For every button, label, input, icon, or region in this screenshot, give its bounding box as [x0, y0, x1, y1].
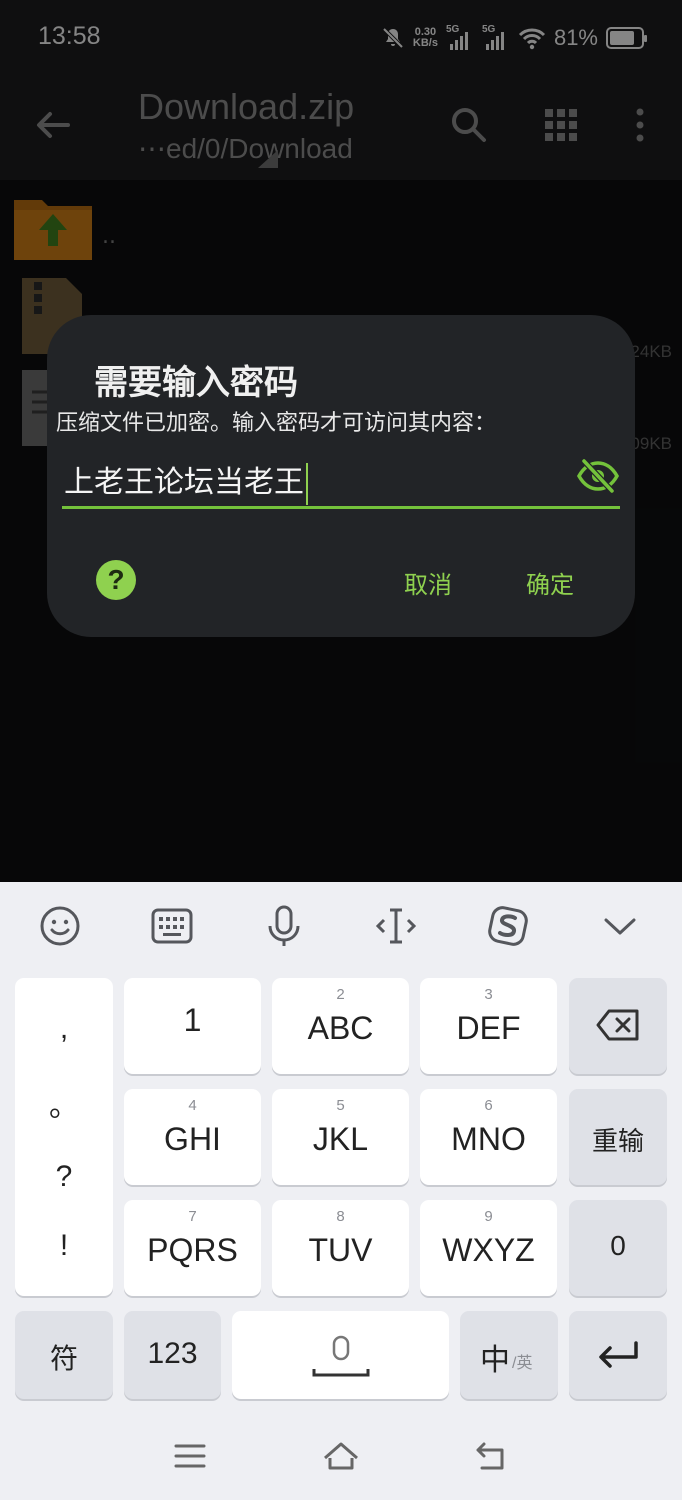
enter-key[interactable] — [569, 1311, 667, 1399]
punct-comma-key[interactable]: , — [60, 1012, 68, 1046]
key-label: 123 — [147, 1337, 198, 1370]
key-jkl[interactable]: 5 JKL — [272, 1089, 409, 1185]
key-number: 2 — [336, 986, 345, 1003]
numbers-key[interactable]: 123 — [124, 1311, 221, 1399]
soft-keyboard: , 。 ? ! 1 2 ABC 3 DEF 4 GHI 5 JKL 6 MNO … — [0, 882, 682, 1500]
dialog-message: 压缩文件已加密。输入密码才可访问其内容： — [56, 411, 497, 436]
toggle-visibility-icon[interactable] — [576, 457, 620, 495]
punct-period-key[interactable]: 。 — [49, 1081, 79, 1125]
key-label: ABC — [307, 1010, 374, 1046]
key-label: GHI — [164, 1121, 221, 1157]
menu-icon[interactable] — [170, 1436, 210, 1476]
key-label: MNO — [451, 1121, 526, 1157]
back-icon[interactable] — [472, 1436, 512, 1476]
key-1[interactable]: 1 — [124, 978, 261, 1074]
key-label: DEF — [456, 1010, 521, 1046]
backspace-icon — [596, 1009, 639, 1041]
punct-exclaim-key[interactable]: ! — [60, 1229, 68, 1263]
symbols-key[interactable]: 符 — [15, 1311, 113, 1399]
key-number: 4 — [188, 1097, 197, 1114]
microphone-icon[interactable] — [262, 904, 306, 948]
language-switch-key[interactable]: 中 /英 — [460, 1311, 558, 1399]
key-number: 7 — [188, 1208, 197, 1225]
key-label: WXYZ — [442, 1232, 535, 1268]
password-dialog: 需要输入密码 压缩文件已加密。输入密码才可访问其内容： 上老王论坛当老王 ? 取… — [47, 315, 635, 637]
key-abc[interactable]: 2 ABC — [272, 978, 409, 1074]
enter-icon — [599, 1341, 638, 1368]
key-mno[interactable]: 6 MNO — [420, 1089, 557, 1185]
sogou-logo-icon[interactable] — [486, 904, 530, 948]
system-nav-bar — [0, 1412, 682, 1500]
cancel-button[interactable]: 取消 — [404, 565, 452, 600]
punct-question-key[interactable]: ? — [56, 1160, 73, 1194]
emoji-icon[interactable] — [38, 904, 82, 948]
key-wxyz[interactable]: 9 WXYZ — [420, 1200, 557, 1296]
key-label: JKL — [312, 1121, 369, 1157]
lang-alt-label: /英 — [512, 1355, 533, 1372]
key-label: 重输 — [591, 1126, 644, 1156]
key-pqrs[interactable]: 7 PQRS — [124, 1200, 261, 1296]
keyboard-toolbar — [0, 882, 682, 972]
key-tuv[interactable]: 8 TUV — [272, 1200, 409, 1296]
key-label: 1 — [183, 1002, 202, 1038]
password-input-text: 上老王论坛当老王 — [64, 457, 308, 505]
home-icon[interactable] — [321, 1436, 361, 1476]
space-key[interactable] — [232, 1311, 449, 1399]
reenter-key[interactable]: 重输 — [569, 1089, 667, 1185]
key-label: 0 — [610, 1230, 626, 1261]
key-number: 9 — [484, 1208, 493, 1225]
keyboard-layout-icon[interactable] — [150, 904, 194, 948]
key-number: 8 — [336, 1208, 345, 1225]
password-input[interactable]: 上老王论坛当老王 — [62, 445, 620, 509]
key-label: TUV — [308, 1232, 373, 1268]
collapse-keyboard-icon[interactable] — [598, 904, 642, 948]
key-label: PQRS — [147, 1232, 238, 1268]
dialog-title: 需要输入密码 — [94, 363, 298, 403]
key-number: 6 — [484, 1097, 493, 1114]
punctuation-column[interactable]: , 。 ? ! — [15, 978, 113, 1296]
key-number: 5 — [336, 1097, 345, 1114]
ok-button[interactable]: 确定 — [526, 565, 574, 600]
help-button[interactable]: ? — [96, 560, 136, 600]
text-caret — [306, 462, 308, 505]
key-0[interactable]: 0 — [569, 1200, 667, 1296]
lang-main-label: 中 — [480, 1344, 510, 1377]
space-mic-icon — [312, 1335, 370, 1377]
key-def[interactable]: 3 DEF — [420, 978, 557, 1074]
key-label: 符 — [49, 1343, 78, 1374]
password-value: 上老王论坛当老王 — [64, 465, 304, 500]
key-ghi[interactable]: 4 GHI — [124, 1089, 261, 1185]
backspace-key[interactable] — [569, 978, 667, 1074]
key-number: 3 — [484, 986, 493, 1003]
cursor-move-icon[interactable] — [374, 904, 418, 948]
